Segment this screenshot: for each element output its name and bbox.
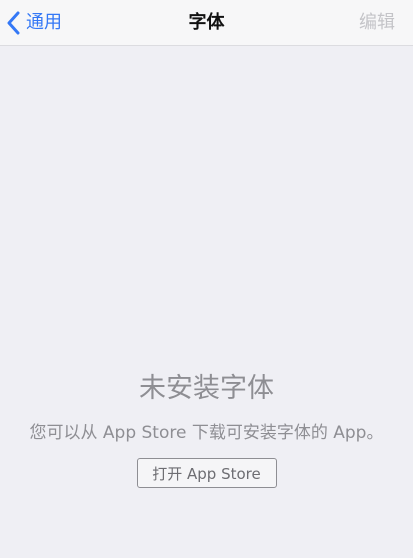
empty-state-title: 未安装字体	[139, 373, 274, 404]
back-button-label: 通用	[26, 12, 62, 33]
empty-state-description: 您可以从 App Store 下载可安装字体的 App。	[29, 423, 384, 443]
open-app-store-button[interactable]: 打开 App Store	[136, 458, 277, 488]
edit-button[interactable]: 编辑	[359, 0, 395, 46]
chevron-left-icon	[6, 11, 22, 35]
empty-state: 未安装字体 您可以从 App Store 下载可安装字体的 App。 打开 Ap…	[0, 370, 413, 488]
back-button[interactable]: 通用	[6, 0, 62, 46]
navigation-bar: 通用 字体 编辑	[0, 0, 413, 46]
